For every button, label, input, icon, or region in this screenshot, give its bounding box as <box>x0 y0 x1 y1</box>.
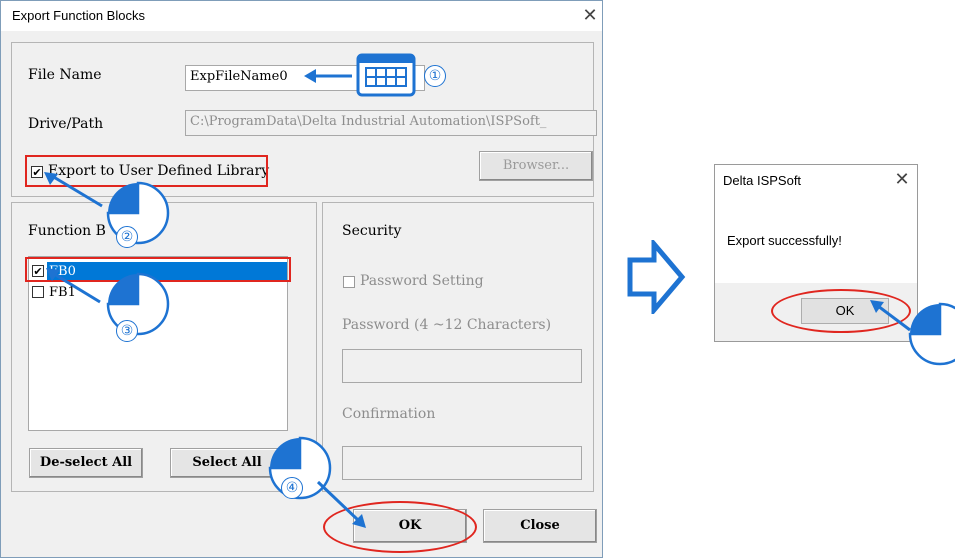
drive-path-input[interactable]: C:\ProgramData\Delta Industrial Automati… <box>185 110 597 136</box>
confirmation-label: Confirmation <box>342 406 436 422</box>
drive-path-label: Drive/Path <box>28 116 104 132</box>
password-label: Password (4 ~12 Characters) <box>342 317 552 333</box>
step-marker-2: ② <box>116 226 138 248</box>
browser-button[interactable]: Browser... <box>479 151 593 181</box>
password-input[interactable] <box>342 349 582 383</box>
close-button[interactable]: Close <box>483 509 597 543</box>
mouse-icon <box>44 172 170 245</box>
password-setting-label: Password Setting <box>360 273 484 289</box>
step-marker-1: ① <box>424 65 446 87</box>
dialog-title: Export Function Blocks <box>12 8 145 23</box>
close-icon[interactable]: ✕ <box>891 168 913 192</box>
keyboard-icon <box>356 53 416 97</box>
file-name-label: File Name <box>28 67 102 83</box>
close-icon[interactable]: ✕ <box>579 4 601 28</box>
arrow-right-icon <box>627 240 686 314</box>
message-text: Export successfully! <box>727 233 842 248</box>
confirmation-input[interactable] <box>342 446 582 480</box>
checkbox-empty-icon <box>343 276 355 288</box>
mouse-icon <box>870 300 955 366</box>
mouse-icon <box>46 268 170 336</box>
security-label: Security <box>342 223 402 239</box>
message-dialog-title: Delta ISPSoft <box>723 173 802 188</box>
deselect-all-button[interactable]: De-select All <box>29 448 143 478</box>
step-marker-4: ④ <box>281 477 303 499</box>
step-marker-3: ③ <box>116 320 138 342</box>
select-all-button[interactable]: Select All <box>170 448 284 478</box>
title-bar: Export Function Blocks ✕ <box>1 1 602 31</box>
